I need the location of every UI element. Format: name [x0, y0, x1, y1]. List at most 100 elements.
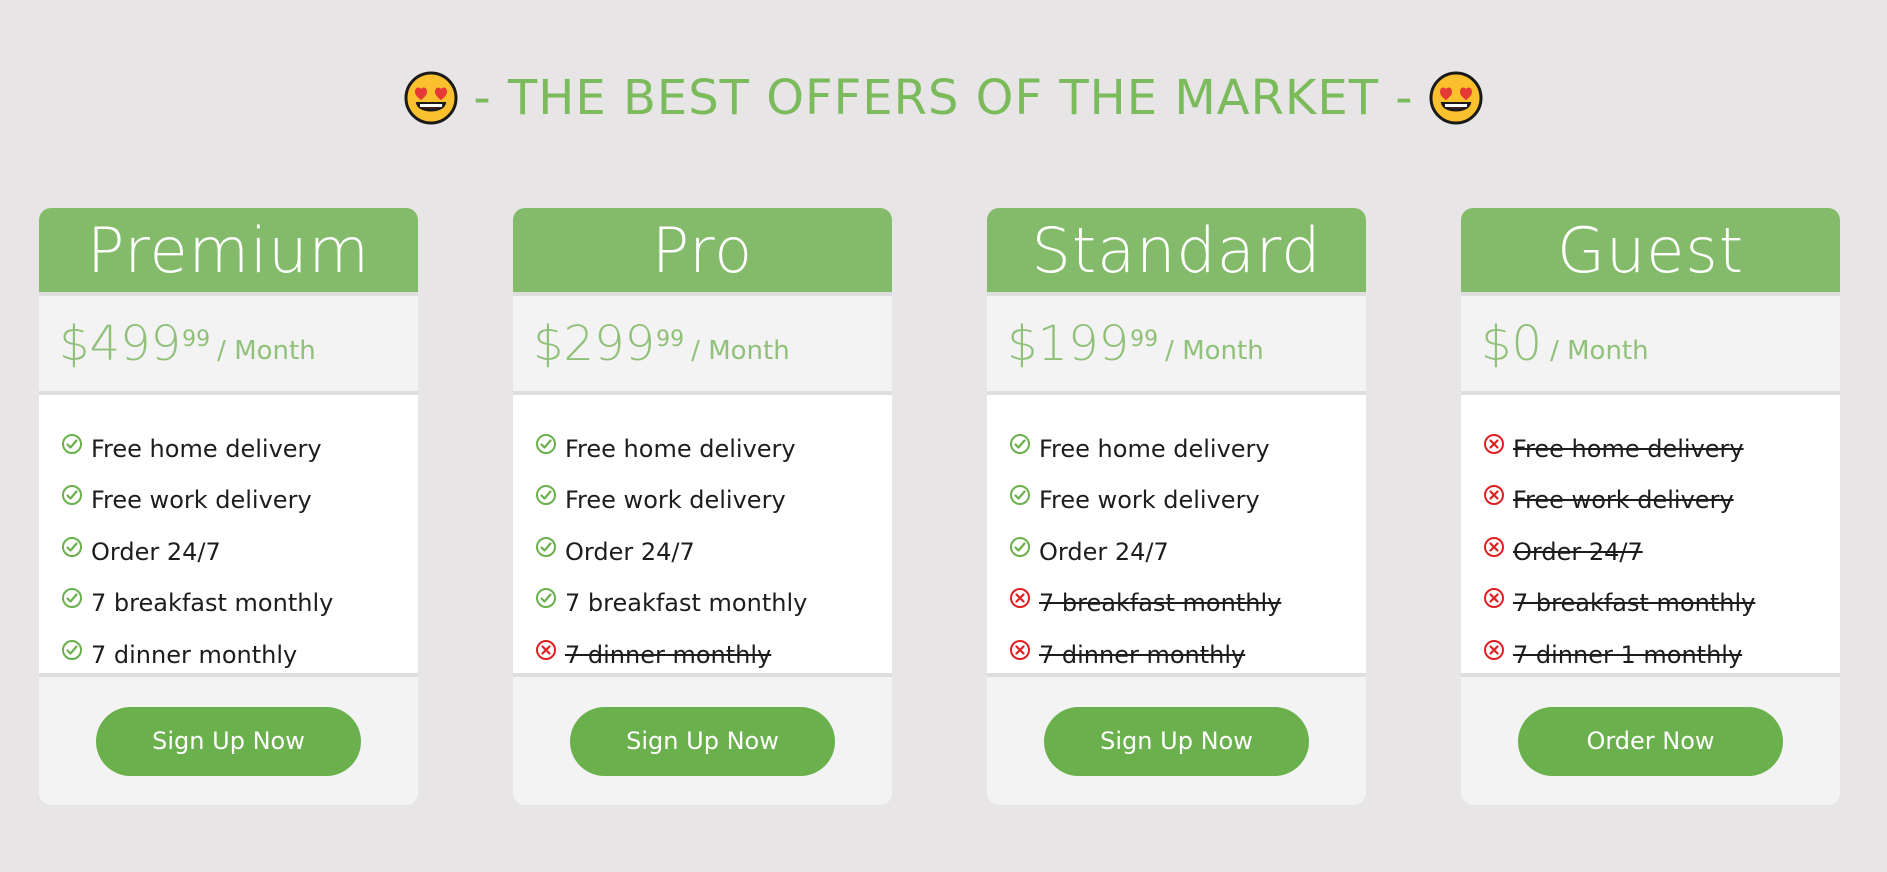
plan-card-guest: Guest $ 0 / Month Free home delivery Fre… [1461, 208, 1840, 805]
plan-header: Premium [39, 208, 418, 296]
feature-text: Order 24/7 [91, 537, 221, 566]
price-cents: 99 [1130, 327, 1159, 352]
feature-item: 7 dinner 1 monthly [1461, 629, 1840, 681]
feature-text: Free home delivery [565, 434, 796, 463]
feature-text: 7 dinner monthly [565, 640, 772, 669]
feature-list: Free home delivery Free work delivery Or… [39, 395, 418, 677]
plan-price: $ 299 99 / Month [513, 296, 892, 395]
cross-circle-icon [1009, 639, 1031, 661]
feature-item: Free work delivery [987, 475, 1366, 527]
plan-footer: Sign Up Now [39, 677, 418, 805]
check-circle-icon [535, 484, 557, 506]
price-amount: 499 [89, 315, 182, 372]
sign-up-button[interactable]: Sign Up Now [1044, 706, 1309, 776]
cross-circle-icon [1009, 587, 1031, 609]
plan-price: $ 499 99 / Month [39, 296, 418, 395]
feature-text: Order 24/7 [1039, 537, 1169, 566]
feature-item: Order 24/7 [987, 526, 1366, 578]
cross-circle-icon [1483, 587, 1505, 609]
check-circle-icon [61, 536, 83, 558]
sign-up-button[interactable]: Sign Up Now [570, 706, 835, 776]
price-period: / Month [691, 335, 790, 366]
check-circle-icon [535, 433, 557, 455]
check-circle-icon [1009, 484, 1031, 506]
feature-text: 7 breakfast monthly [565, 589, 808, 618]
feature-item: 7 dinner monthly [513, 629, 892, 681]
feature-item: Free work delivery [39, 475, 418, 527]
price-currency: $ [1481, 315, 1512, 372]
plan-card-pro: Pro $ 299 99 / Month Free home delivery … [513, 208, 892, 805]
feature-item: 7 dinner monthly [39, 629, 418, 681]
plan-name: Guest [1556, 213, 1745, 287]
plan-name: Premium [87, 213, 370, 287]
cross-circle-icon [1483, 484, 1505, 506]
feature-item: Free home delivery [513, 423, 892, 475]
check-circle-icon [61, 433, 83, 455]
feature-text: 7 dinner 1 monthly [1513, 640, 1743, 669]
price-period: / Month [1550, 335, 1649, 366]
feature-item: Order 24/7 [1461, 526, 1840, 578]
sign-up-button[interactable]: Sign Up Now [96, 706, 361, 776]
check-circle-icon [535, 587, 557, 609]
price-amount: 299 [563, 315, 656, 372]
plan-price: $ 0 / Month [1461, 296, 1840, 395]
feature-item: Free home delivery [39, 423, 418, 475]
heart-eyes-emoji-icon [404, 71, 458, 125]
plan-footer: Sign Up Now [987, 677, 1366, 805]
plan-name: Pro [651, 213, 754, 287]
feature-text: Free work delivery [565, 486, 786, 515]
cross-circle-icon [1483, 639, 1505, 661]
plan-card-standard: Standard $ 199 99 / Month Free home deli… [987, 208, 1366, 805]
feature-item: 7 breakfast monthly [987, 578, 1366, 630]
plan-price: $ 199 99 / Month [987, 296, 1366, 395]
price-period: / Month [1165, 335, 1264, 366]
feature-item: Free work delivery [513, 475, 892, 527]
feature-list: Free home delivery Free work delivery Or… [987, 395, 1366, 677]
price-currency: $ [59, 315, 90, 372]
price-period: / Month [217, 335, 316, 366]
plan-header: Guest [1461, 208, 1840, 296]
feature-item: Order 24/7 [513, 526, 892, 578]
order-now-button[interactable]: Order Now [1518, 706, 1783, 776]
feature-text: Free home delivery [1039, 434, 1270, 463]
check-circle-icon [61, 484, 83, 506]
price-amount: 0 [1511, 315, 1543, 372]
price-cents: 99 [656, 327, 685, 352]
plan-card-premium: Premium $ 499 99 / Month Free home deliv… [39, 208, 418, 805]
feature-text: 7 breakfast monthly [1039, 589, 1282, 618]
heart-eyes-emoji-icon [1429, 71, 1483, 125]
feature-text: Order 24/7 [1513, 537, 1643, 566]
feature-text: 7 dinner monthly [91, 640, 298, 669]
pricing-page: - THE BEST OFFERS OF THE MARKET - Premiu… [0, 0, 1887, 872]
price-currency: $ [1007, 315, 1038, 372]
plan-header: Pro [513, 208, 892, 296]
feature-item: Free home delivery [987, 423, 1366, 475]
check-circle-icon [1009, 433, 1031, 455]
cross-circle-icon [1483, 536, 1505, 558]
check-circle-icon [535, 536, 557, 558]
feature-item: Order 24/7 [39, 526, 418, 578]
page-headline: - THE BEST OFFERS OF THE MARKET - [0, 70, 1887, 126]
plan-footer: Sign Up Now [513, 677, 892, 805]
feature-text: Order 24/7 [565, 537, 695, 566]
cross-circle-icon [535, 639, 557, 661]
pricing-plans: Premium $ 499 99 / Month Free home deliv… [39, 208, 1840, 805]
plan-name: Standard [1031, 213, 1322, 287]
feature-text: 7 breakfast monthly [91, 589, 334, 618]
price-cents: 99 [182, 327, 211, 352]
plan-header: Standard [987, 208, 1366, 296]
feature-text: 7 breakfast monthly [1513, 589, 1756, 618]
headline-text: - THE BEST OFFERS OF THE MARKET - [473, 70, 1414, 126]
feature-item: Free home delivery [1461, 423, 1840, 475]
check-circle-icon [1009, 536, 1031, 558]
feature-item: 7 breakfast monthly [513, 578, 892, 630]
feature-text: Free work delivery [91, 486, 312, 515]
price-currency: $ [533, 315, 564, 372]
feature-list: Free home delivery Free work delivery Or… [1461, 395, 1840, 677]
feature-item: 7 breakfast monthly [39, 578, 418, 630]
feature-item: 7 dinner monthly [987, 629, 1366, 681]
feature-text: Free work delivery [1039, 486, 1260, 515]
feature-item: Free work delivery [1461, 475, 1840, 527]
feature-list: Free home delivery Free work delivery Or… [513, 395, 892, 677]
price-amount: 199 [1037, 315, 1130, 372]
